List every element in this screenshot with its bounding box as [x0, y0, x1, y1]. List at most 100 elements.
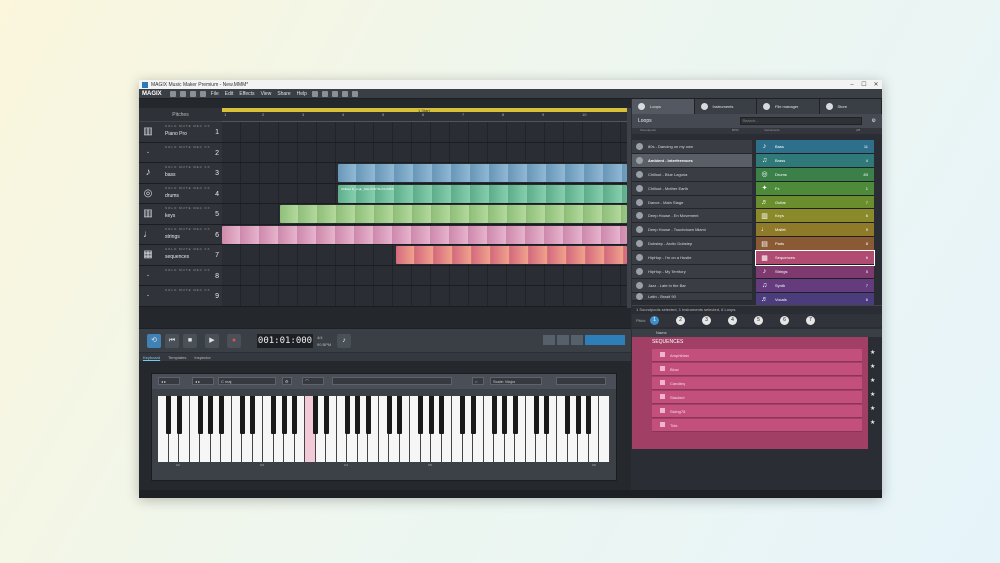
open-folder-icon[interactable]: [179, 90, 186, 97]
master-volume-slider[interactable]: [585, 335, 625, 345]
track-header[interactable]: · SOLO MUTE REC FX 9: [139, 286, 222, 307]
black-key[interactable]: [166, 396, 171, 434]
minimize-button[interactable]: –: [846, 82, 858, 88]
search-icon[interactable]: [199, 90, 206, 97]
drums-clip[interactable]: Chillout D_sngL_NGLOOP BLOS MISS: [338, 184, 627, 203]
menu-file[interactable]: File: [211, 91, 219, 97]
menu-help[interactable]: Help: [297, 91, 307, 97]
instrument-item[interactable]: ▦ Sequences 6: [755, 250, 875, 267]
black-key[interactable]: [355, 396, 361, 434]
black-key[interactable]: [418, 396, 424, 434]
black-key[interactable]: [565, 396, 571, 434]
black-key[interactable]: [218, 396, 224, 434]
track-buttons[interactable]: SOLO MUTE REC FX: [165, 268, 211, 272]
envelope-icon[interactable]: ⌒: [302, 377, 324, 385]
keys-clip[interactable]: [280, 205, 627, 223]
track-header[interactable]: ▥ SOLO MUTE REC FX Piano Pro 1: [139, 122, 222, 143]
col-soundpools[interactable]: Soundpools: [632, 128, 732, 134]
black-key[interactable]: [460, 396, 466, 434]
black-key[interactable]: [271, 396, 277, 434]
black-key[interactable]: [502, 396, 508, 434]
view-button-c[interactable]: [571, 335, 583, 345]
track-name[interactable]: bass: [165, 172, 176, 178]
black-key[interactable]: [470, 396, 476, 434]
track-header[interactable]: ♪ SOLO MUTE REC FX bass 3: [139, 163, 222, 184]
search-input[interactable]: Search...: [739, 117, 862, 125]
chord-select[interactable]: C maj: [218, 377, 276, 385]
favorite-star-icon[interactable]: ★: [870, 349, 875, 356]
favorite-star-icon[interactable]: ★: [870, 391, 875, 398]
black-key[interactable]: [386, 396, 392, 434]
instrument-item[interactable]: ♫ Brass 4: [756, 153, 874, 168]
lane-9[interactable]: [222, 286, 627, 307]
position-display[interactable]: 001:01:000: [257, 334, 313, 348]
menu-effects[interactable]: Effects: [239, 91, 254, 97]
black-key[interactable]: [512, 396, 518, 434]
menu-share[interactable]: Share: [277, 91, 290, 97]
black-key[interactable]: [365, 396, 371, 434]
lane-1[interactable]: [222, 122, 627, 143]
instrument-item[interactable]: ♫ Synth 7: [756, 278, 874, 293]
lane-3[interactable]: [222, 163, 627, 184]
favorite-star-icon[interactable]: ★: [870, 419, 875, 426]
view-button-a[interactable]: [543, 335, 555, 345]
rewind-icon[interactable]: ⏮: [165, 334, 179, 348]
velocity-bar[interactable]: [332, 377, 452, 385]
loop-item[interactable]: Stacked: [652, 391, 862, 404]
track-buttons[interactable]: SOLO MUTE REC FX: [165, 227, 211, 231]
undo-icon[interactable]: [311, 90, 318, 97]
tab-loops[interactable]: Loops: [632, 99, 695, 114]
track-header[interactable]: ◎ SOLO MUTE REC FX drums 4: [139, 183, 222, 204]
timeline-ruler[interactable]: 1 2 3 4 5 6 7 8 9 10 1 Start: [222, 108, 627, 122]
instrument-item[interactable]: ✦ Fx 1: [756, 181, 874, 196]
save-icon[interactable]: [189, 90, 196, 97]
pitch-button[interactable]: 5: [754, 316, 764, 325]
soundpool-item[interactable]: HipHop - I'm on a Hustle: [632, 251, 752, 266]
pointer-icon[interactable]: [351, 90, 358, 97]
track-lanes[interactable]: Chillout D_sngL_NGLOOP BLOS MISS: [222, 122, 627, 307]
settings-icon[interactable]: ⚙: [282, 377, 292, 385]
black-key[interactable]: [344, 396, 350, 434]
favorite-star-icon[interactable]: ★: [870, 405, 875, 412]
pitch-button[interactable]: 1: [650, 316, 660, 325]
black-key[interactable]: [250, 396, 256, 434]
loop-item[interactable]: Swing78: [652, 405, 862, 418]
track-header[interactable]: · SOLO MUTE REC FX 8: [139, 265, 222, 286]
cut-icon[interactable]: [331, 90, 338, 97]
instrument-item[interactable]: ▥ Keys 6: [756, 209, 874, 224]
black-key[interactable]: [397, 396, 403, 434]
soundpool-item[interactable]: Dance - Main Stage: [632, 195, 752, 210]
favorite-star-icon[interactable]: ★: [870, 377, 875, 384]
soundpool-item[interactable]: 80s - Dancing on my own: [632, 140, 752, 154]
black-key[interactable]: [323, 396, 329, 434]
octave-stepper[interactable]: ◂ ▸: [158, 377, 180, 385]
maximize-button[interactable]: ☐: [858, 81, 870, 88]
lane-6[interactable]: [222, 224, 627, 245]
lane-7[interactable]: [222, 245, 627, 266]
menu-edit[interactable]: Edit: [225, 91, 234, 97]
piano-keys[interactable]: [158, 396, 610, 462]
stop-icon[interactable]: ■: [183, 334, 197, 348]
track-name[interactable]: sequences: [165, 254, 189, 260]
arranger-vertical-scrollbar[interactable]: [627, 108, 631, 308]
tempo-display[interactable]: 4/4 90 BPM: [317, 334, 331, 348]
scale-select[interactable]: Scale: Major: [490, 377, 542, 385]
black-key[interactable]: [428, 396, 434, 434]
track-name[interactable]: drums: [165, 193, 179, 199]
track-buttons[interactable]: SOLO MUTE REC FX: [165, 288, 211, 292]
transpose-stepper[interactable]: ◂ ▸: [192, 377, 214, 385]
black-key[interactable]: [239, 396, 245, 434]
track-buttons[interactable]: SOLO MUTE REC FX: [165, 165, 211, 169]
soundpool-item[interactable]: Dubstep - Arctic Dubstep: [632, 237, 752, 252]
lane-5[interactable]: [222, 204, 627, 225]
soundpool-item[interactable]: HipHop - My Territory: [632, 265, 752, 279]
sequences-clip[interactable]: [396, 246, 627, 264]
redo-icon[interactable]: [321, 90, 328, 97]
close-button[interactable]: ✕: [870, 81, 882, 88]
black-key[interactable]: [208, 396, 214, 434]
pitch-button[interactable]: 7: [806, 316, 816, 325]
instrument-item[interactable]: ♪ Bass 11: [756, 140, 874, 154]
black-key[interactable]: [575, 396, 581, 434]
soundpool-item[interactable]: Deep House - En Movement: [632, 209, 752, 224]
track-header[interactable]: · SOLO MUTE REC FX 2: [139, 142, 222, 163]
